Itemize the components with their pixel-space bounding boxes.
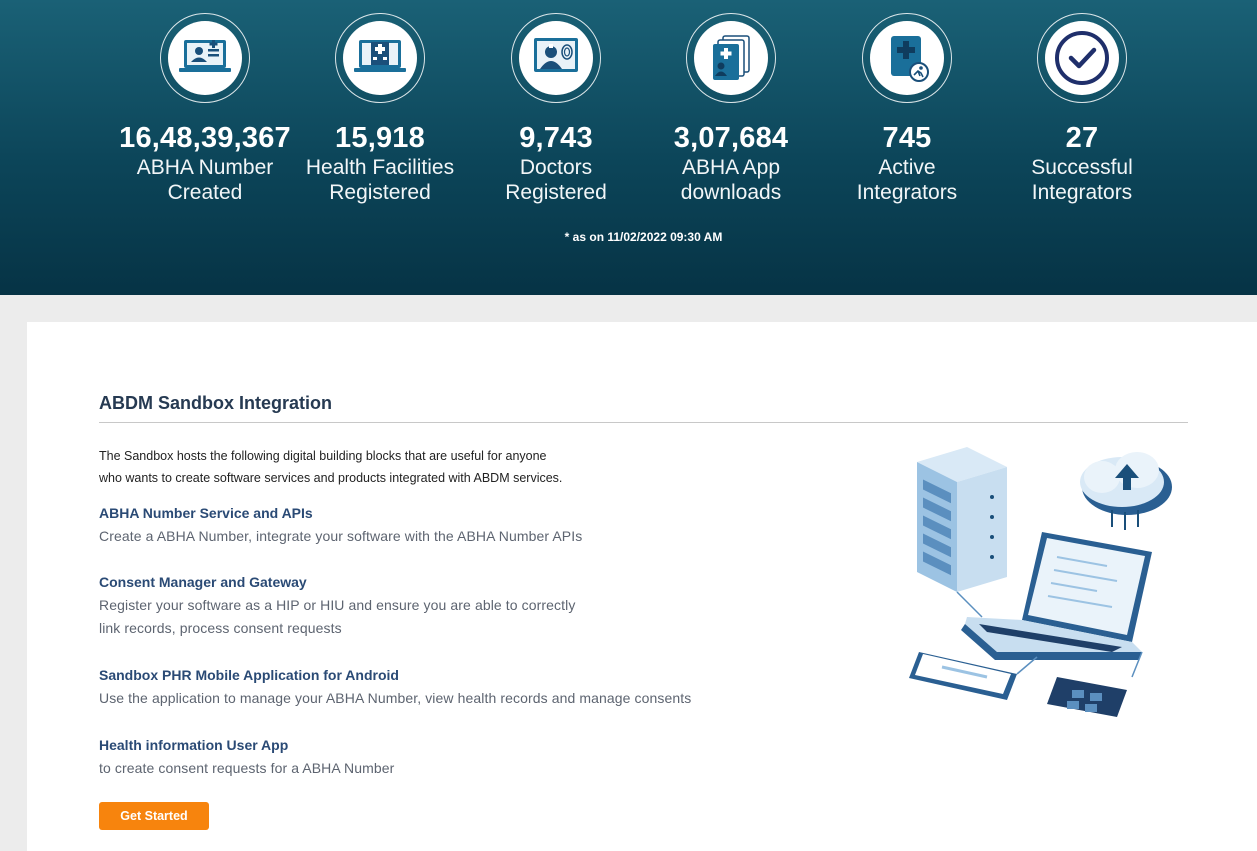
- stat-health-facilities: 15,918 Health Facilities Registered: [292, 13, 468, 205]
- stat-label: Created: [167, 181, 243, 204]
- active-integrator-icon: [891, 36, 929, 82]
- building-block-hiu-app: Health information User App to create co…: [99, 736, 739, 780]
- stat-successful-integrators: 27 Successful Integrators: [994, 13, 1170, 205]
- stat-label: ABHA Number: [136, 156, 274, 179]
- stat-label: downloads: [680, 181, 782, 204]
- stat-label: Successful: [1031, 156, 1133, 179]
- stat-active-integrators: 745 Active Integrators: [819, 13, 995, 205]
- item-description: Register your software as a HIP or HIU a…: [99, 597, 576, 613]
- item-description: Create a ABHA Number, integrate your sof…: [99, 528, 583, 544]
- stat-value: 16,48,39,367: [119, 122, 291, 154]
- stat-icon-circle: [1037, 13, 1127, 103]
- building-block-phr-app: Sandbox PHR Mobile Application for Andro…: [99, 666, 739, 710]
- stat-label: Registered: [505, 181, 607, 204]
- stat-icon-circle: [511, 13, 601, 103]
- stat-value: 9,743: [519, 122, 593, 154]
- stat-label: Integrators: [1031, 181, 1133, 204]
- get-started-button[interactable]: Get Started: [99, 802, 209, 830]
- stat-label: Health Facilities: [305, 156, 455, 179]
- hospital-laptop-icon: [354, 40, 406, 72]
- stat-abha-numbers: 16,48,39,367 ABHA Number Created: [117, 13, 293, 205]
- stat-doctors: 9,743 Doctors Registered: [468, 13, 644, 205]
- stat-label: Doctors: [519, 156, 593, 179]
- stat-abha-app-downloads: 3,07,684 ABHA App downloads: [643, 13, 819, 205]
- item-title: Health information User App: [99, 737, 289, 753]
- stat-value: 27: [1065, 122, 1099, 154]
- stat-value: 745: [882, 122, 932, 154]
- section-title: ABDM Sandbox Integration: [99, 393, 332, 413]
- stat-label: Registered: [329, 181, 431, 204]
- stat-label: ABHA App: [681, 156, 781, 179]
- item-description: Use the application to manage your ABHA …: [99, 690, 692, 706]
- stats-banner: 16,48,39,367 ABHA Number Created 15,918 …: [0, 0, 1257, 295]
- abha-app-cards-icon: [713, 35, 750, 80]
- section-intro: The Sandbox hosts the following digital …: [99, 445, 599, 489]
- stat-value: 15,918: [335, 122, 425, 154]
- as-of-timestamp: * as on 11/02/2022 09:30 AM: [564, 230, 723, 244]
- sandbox-integration-card: ABDM Sandbox Integration The Sandbox hos…: [27, 322, 1257, 851]
- building-block-abha-number: ABHA Number Service and APIs Create a AB…: [99, 504, 739, 548]
- building-block-consent-manager: Consent Manager and Gateway Register you…: [99, 573, 739, 640]
- item-description: to create consent requests for a ABHA Nu…: [99, 760, 395, 776]
- item-description: link records, process consent requests: [99, 620, 342, 636]
- stat-icon-circle: [686, 13, 776, 103]
- abha-card-laptop-icon: [179, 40, 231, 72]
- stat-label: Integrators: [856, 181, 958, 204]
- stats-row: 16,48,39,367 ABHA Number Created 15,918 …: [117, 13, 1169, 213]
- doctor-fingerprint-icon: [534, 38, 578, 72]
- stat-icon-circle: [335, 13, 425, 103]
- item-title: Sandbox PHR Mobile Application for Andro…: [99, 667, 399, 683]
- intro-line: who wants to create software services an…: [99, 471, 563, 485]
- checkmark-icon: [1055, 31, 1109, 85]
- cloud-server-laptop-illustration: [909, 447, 1172, 717]
- intro-line: The Sandbox hosts the following digital …: [99, 449, 547, 463]
- item-title: Consent Manager and Gateway: [99, 574, 307, 590]
- stat-icon-circle: [862, 13, 952, 103]
- item-title: ABHA Number Service and APIs: [99, 505, 313, 521]
- stat-value: 3,07,684: [673, 122, 789, 154]
- stat-label: Active: [878, 156, 936, 179]
- section-divider: [99, 422, 1188, 423]
- stat-icon-circle: [160, 13, 250, 103]
